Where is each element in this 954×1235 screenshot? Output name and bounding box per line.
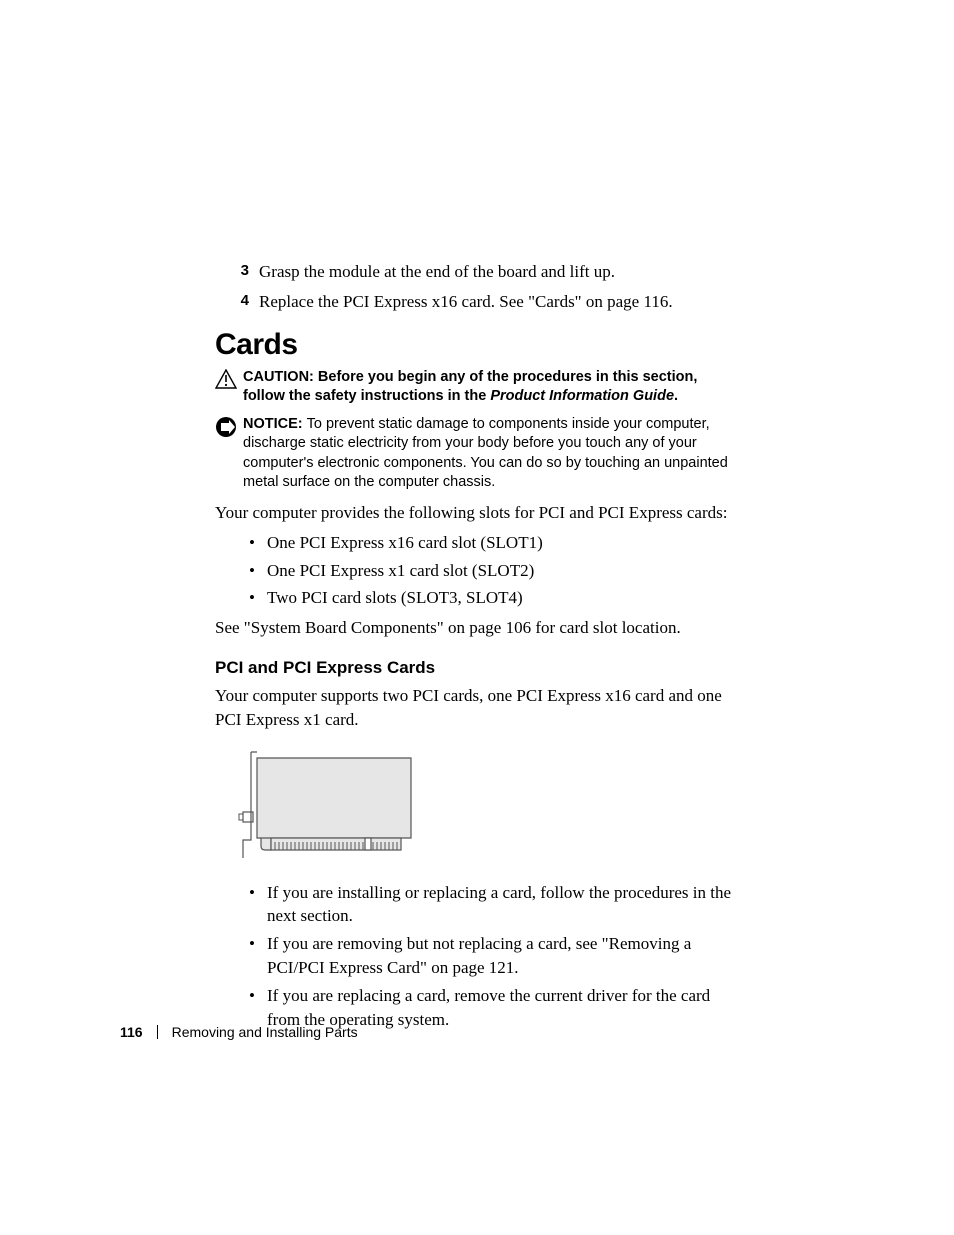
step-number: 4 [215,290,259,314]
chapter-title: Removing and Installing Parts [172,1024,358,1040]
list-item: One PCI Express x16 card slot (SLOT1) [249,531,735,555]
step-text: Replace the PCI Express x16 card. See "C… [259,290,735,314]
notice-label: NOTICE: [243,416,307,432]
intro-paragraph: Your computer provides the following slo… [215,501,735,525]
list-item: One PCI Express x1 card slot (SLOT2) [249,559,735,583]
notice-text: NOTICE: To prevent static damage to comp… [243,415,735,493]
section-heading-cards: Cards [215,328,735,362]
step-text: Grasp the module at the end of the board… [259,260,735,284]
list-item: If you are removing but not replacing a … [249,932,735,980]
see-paragraph: See "System Board Components" on page 10… [215,616,735,640]
caution-triangle-icon [215,369,243,394]
page-footer: 116 Removing and Installing Parts [120,1024,720,1040]
caution-label: CAUTION: [243,369,318,385]
step-4: 4 Replace the PCI Express x16 card. See … [215,290,735,314]
notice-block: NOTICE: To prevent static damage to comp… [215,415,735,493]
list-item: Two PCI card slots (SLOT3, SLOT4) [249,586,735,610]
support-paragraph: Your computer supports two PCI cards, on… [215,684,735,732]
footer-separator [157,1025,158,1039]
document-page: 3 Grasp the module at the end of the boa… [0,0,954,1235]
notice-body: To prevent static damage to components i… [243,416,728,491]
step-number: 3 [215,260,259,284]
caution-block: CAUTION: Before you begin any of the pro… [215,368,735,407]
subsection-heading-pci: PCI and PCI Express Cards [215,658,735,678]
list-item: If you are installing or replacing a car… [249,881,735,929]
page-number: 116 [120,1024,143,1040]
caution-text: CAUTION: Before you begin any of the pro… [243,368,735,407]
action-list: If you are installing or replacing a car… [249,881,735,1032]
numbered-steps: 3 Grasp the module at the end of the boa… [215,260,735,314]
slot-list: One PCI Express x16 card slot (SLOT1) On… [249,531,735,610]
caution-post: . [674,388,678,404]
step-3: 3 Grasp the module at the end of the boa… [215,260,735,284]
pci-card-figure [215,750,735,867]
notice-arrow-icon [215,416,243,443]
page-content: 3 Grasp the module at the end of the boa… [215,260,735,1035]
caution-guide-name: Product Information Guide [490,388,674,404]
